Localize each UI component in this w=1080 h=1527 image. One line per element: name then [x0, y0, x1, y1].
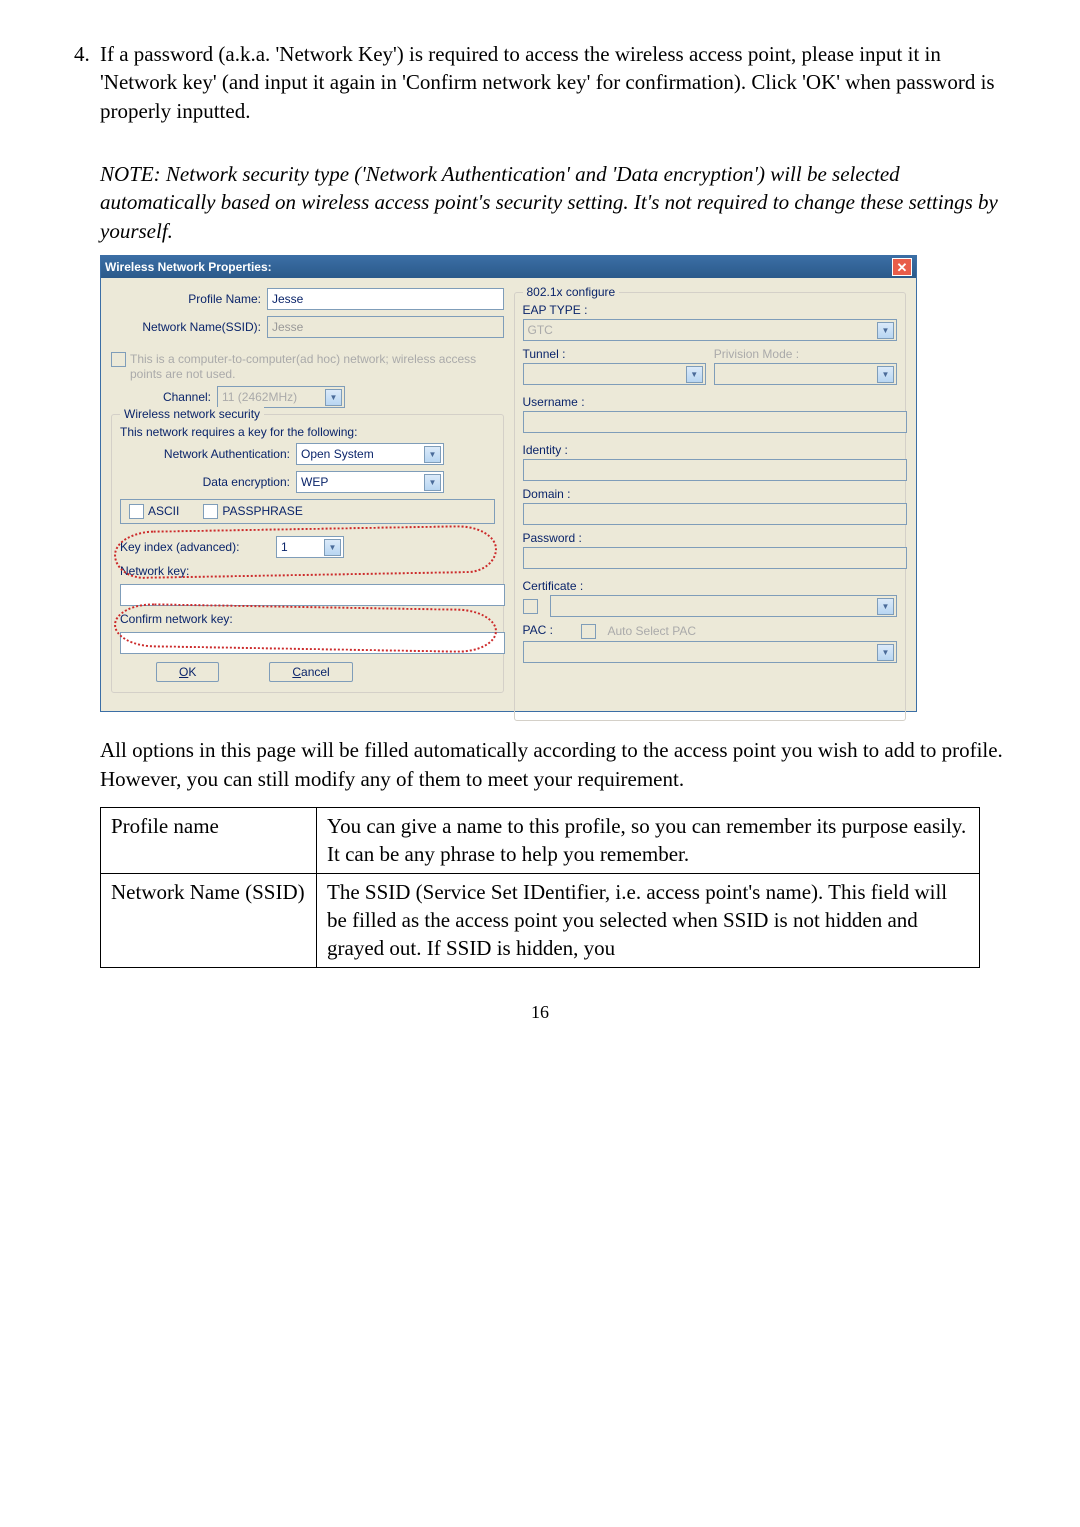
dialog-titlebar: Wireless Network Properties: ✕ — [101, 256, 916, 278]
passphrase-label: PASSPHRASE — [222, 504, 302, 518]
note-text: NOTE: Network security type ('Network Au… — [60, 160, 1020, 245]
8021x-legend: 802.1x configure — [523, 285, 620, 299]
chevron-down-icon: ▼ — [877, 366, 894, 383]
password-label: Password : — [523, 531, 898, 545]
domain-input — [523, 503, 908, 525]
tunnel-select: ▼ — [523, 363, 706, 385]
auth-label: Network Authentication: — [120, 447, 296, 461]
privision-select: ▼ — [714, 363, 897, 385]
channel-select: 11 (2462MHz) ▼ — [217, 386, 345, 408]
chevron-down-icon[interactable]: ▼ — [424, 446, 441, 463]
security-legend: Wireless network security — [120, 407, 264, 421]
domain-label: Domain : — [523, 487, 898, 501]
step-text: 4.If a password (a.k.a. 'Network Key') i… — [60, 40, 1020, 125]
wireless-properties-dialog: Wireless Network Properties: ✕ Profile N… — [100, 255, 917, 712]
chevron-down-icon: ▼ — [325, 389, 342, 406]
chevron-down-icon: ▼ — [686, 366, 703, 383]
ok-button[interactable]: OK — [156, 662, 219, 682]
channel-label: Channel: — [151, 390, 217, 404]
identity-label: Identity : — [523, 443, 898, 457]
username-label: Username : — [523, 395, 898, 409]
summary-text: All options in this page will be filled … — [60, 736, 1020, 793]
callout-oval-1 — [114, 525, 497, 580]
auth-select[interactable]: Open System ▼ — [296, 443, 444, 465]
username-input — [523, 411, 908, 433]
chevron-down-icon: ▼ — [877, 598, 894, 615]
password-input — [523, 547, 908, 569]
page-number: 16 — [60, 1002, 1020, 1023]
chevron-down-icon: ▼ — [877, 644, 894, 661]
tunnel-label: Tunnel : — [523, 347, 706, 361]
pac-label: PAC : — [523, 623, 573, 637]
adhoc-label: This is a computer-to-computer(ad hoc) n… — [130, 352, 504, 382]
step-number: 4. — [74, 40, 100, 68]
table-cell: Network Name (SSID) — [101, 873, 317, 967]
enc-label: Data encryption: — [120, 475, 296, 489]
chevron-down-icon[interactable]: ▼ — [424, 474, 441, 491]
table-cell: The SSID (Service Set IDentifier, i.e. a… — [317, 873, 980, 967]
cancel-button[interactable]: Cancel — [269, 662, 352, 682]
options-table: Profile name You can give a name to this… — [100, 807, 980, 968]
passphrase-checkbox[interactable] — [203, 504, 218, 519]
close-icon[interactable]: ✕ — [892, 258, 912, 276]
eap-label: EAP TYPE : — [523, 303, 898, 317]
profile-name-label: Profile Name: — [111, 292, 267, 306]
chevron-down-icon: ▼ — [877, 322, 894, 339]
eap-select: GTC ▼ — [523, 319, 898, 341]
privision-label: Privision Mode : — [714, 347, 897, 361]
pac-chk-label: Auto Select PAC — [608, 624, 697, 638]
cert-label: Certificate : — [523, 579, 898, 593]
ascii-checkbox[interactable] — [129, 504, 144, 519]
enc-select[interactable]: WEP ▼ — [296, 471, 444, 493]
security-desc: This network requires a key for the foll… — [120, 425, 495, 439]
table-cell: You can give a name to this profile, so … — [317, 808, 980, 874]
8021x-group: 802.1x configure EAP TYPE : GTC ▼ Tunnel… — [514, 292, 907, 721]
ssid-label: Network Name(SSID): — [111, 320, 267, 334]
table-cell: Profile name — [101, 808, 317, 874]
security-group: Wireless network security This network r… — [111, 414, 504, 693]
ssid-input — [267, 316, 504, 338]
cert-select: ▼ — [550, 595, 898, 617]
profile-name-input[interactable] — [267, 288, 504, 310]
dialog-title: Wireless Network Properties: — [105, 260, 272, 274]
callout-oval-2 — [114, 603, 497, 654]
pac-checkbox — [581, 624, 596, 639]
pac-select: ▼ — [523, 641, 898, 663]
ascii-label: ASCII — [148, 504, 179, 518]
adhoc-checkbox — [111, 352, 126, 367]
cert-checkbox — [523, 599, 538, 614]
identity-input — [523, 459, 908, 481]
